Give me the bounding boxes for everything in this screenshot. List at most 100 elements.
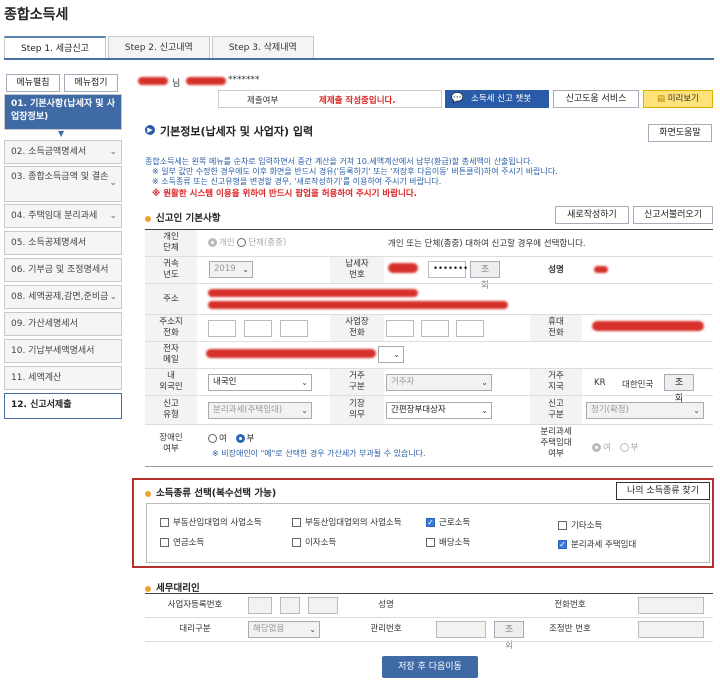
email-domain-select[interactable]: ⌄ <box>378 346 404 363</box>
income-option[interactable]: ✓ 근로소득 <box>426 516 470 528</box>
income-option[interactable]: ✓ 분리과세 주택임대 <box>558 538 636 550</box>
report-class-select[interactable]: 정기(확정) ⌄ <box>586 402 704 419</box>
tab-step2[interactable]: Step 2. 신고내역 <box>107 36 210 59</box>
residence-select[interactable]: 거주자 ⌄ <box>386 374 492 391</box>
biz-phone-1[interactable] <box>386 320 414 337</box>
tab-step1[interactable]: Step 1. 세금신고 <box>4 36 106 59</box>
income-option[interactable]: 부동산임대업외의 사업소득 <box>292 516 402 528</box>
checkbox-icon[interactable] <box>292 538 301 547</box>
sidebar-item-submit[interactable]: 12. 신고서제출 <box>4 393 122 419</box>
document-icon: ▤ <box>656 94 666 104</box>
income-type-grid <box>146 503 710 563</box>
sidebar-item-tax-credit[interactable]: 08. 세액공제,감면,준비금 ⌄ <box>4 285 122 309</box>
chevron-down-icon: ⌄ <box>109 292 117 302</box>
sidebar-item-donations[interactable]: 06. 기부금 및 조정명세서 <box>4 258 122 282</box>
income-option[interactable]: 배당소득 <box>426 536 470 548</box>
divider <box>145 641 713 642</box>
income-option[interactable]: 이자소득 <box>292 536 336 548</box>
divider <box>145 368 713 369</box>
divider <box>145 256 713 257</box>
sidebar-item-total-income[interactable]: 03. 종합소득금액 및 결손 ⌄ <box>4 166 122 202</box>
income-option-label: 부동산임대업외의 사업소득 <box>305 518 402 528</box>
income-option[interactable]: 기타소득 <box>558 519 602 531</box>
adjust-no-field[interactable] <box>638 621 704 638</box>
country-code: KR <box>594 378 606 388</box>
taxpayer-no-field[interactable]: ••••••• <box>428 261 468 278</box>
checkbox-icon[interactable] <box>160 518 169 527</box>
sidebar-item-deductions[interactable]: 05. 소득공제명세서 <box>4 231 122 255</box>
addr-phone-1[interactable] <box>208 320 236 337</box>
country-lookup-button[interactable]: 조회 <box>664 374 694 404</box>
biz-phone-2[interactable] <box>421 320 449 337</box>
redacted-taxpayer-no <box>388 263 418 273</box>
agent-type-select[interactable]: 해당없음 ⌄ <box>248 621 320 638</box>
arrow-right-icon: ▶ <box>145 125 155 135</box>
taxpayer-lookup-button[interactable]: 조회 <box>470 261 500 291</box>
redacted-mobile <box>592 321 704 331</box>
sidebar-item-rental-separate[interactable]: 04. 주택임대 분리과세 ⌄ <box>4 204 122 228</box>
radio-group[interactable] <box>237 238 247 247</box>
income-option[interactable]: 부동산임대업의 사업소득 <box>160 516 262 528</box>
masked-id: ******* <box>228 75 260 85</box>
nationality-label: 내 외국인 <box>145 369 197 395</box>
radio-disabled-yes[interactable] <box>208 434 217 443</box>
radio-disabled-no[interactable] <box>235 434 245 443</box>
sidebar-item-tax-calc[interactable]: 11. 세액계산 <box>4 366 122 390</box>
radio-rental-no[interactable] <box>619 443 629 452</box>
agent-phone-label: 전화번호 <box>530 594 610 616</box>
income-option-label: 근로소득 <box>439 518 471 528</box>
checkbox-icon[interactable] <box>426 538 435 547</box>
sidebar-item-income-amount[interactable]: 02. 소득금액명세서 ⌄ <box>4 140 122 164</box>
chevron-down-icon: ⌄ <box>301 406 308 415</box>
radio-individual[interactable] <box>208 238 217 247</box>
tab-step3[interactable]: Step 3. 삭제내역 <box>211 36 314 59</box>
help-service-button[interactable]: 신고도움 서비스 <box>553 90 639 108</box>
checkbox-icon[interactable]: ✓ <box>426 518 435 527</box>
individual-label: 개인 단체 <box>145 230 197 256</box>
find-income-type-button[interactable]: 나의 소득종류 찾기 <box>616 482 710 500</box>
basic-info-title: 신고인 기본사항 <box>145 210 221 224</box>
separate-rental-radio: 여 부 <box>592 441 638 453</box>
radio-rental-yes[interactable] <box>592 443 601 452</box>
checkbox-icon[interactable] <box>558 521 567 530</box>
chevron-down-icon: ⌄ <box>309 625 316 634</box>
agent-bizno-1[interactable] <box>248 597 272 614</box>
ledger-select[interactable]: 간편장부대상자 ⌄ <box>386 402 492 419</box>
addr-phone-2[interactable] <box>244 320 272 337</box>
chevron-down-icon: ⌄ <box>693 406 700 415</box>
menu-expand-button[interactable]: 메뉴펼침 <box>6 74 60 92</box>
sidebar-item-basic-info[interactable]: 01. 기본사항(납세자 및 사업장정보) <box>4 94 122 130</box>
income-option-label: 부동산임대업의 사업소득 <box>173 518 262 528</box>
save-next-button[interactable]: 저장 후 다음이동 <box>382 656 478 678</box>
sidebar-item-penalty[interactable]: 09. 가산세명세서 <box>4 312 122 336</box>
agent-bizno-3[interactable] <box>308 597 338 614</box>
income-option[interactable]: 연금소득 <box>160 536 204 548</box>
disabled-note: ※ 비장애인이 "예"로 선택한 경우 가산세가 부과될 수 있습니다. <box>212 449 426 458</box>
chat-icon: 💬 <box>451 93 464 104</box>
ledger-label: 기장 의무 <box>330 396 384 424</box>
agent-mgmt-field[interactable] <box>436 621 486 638</box>
addr-phone-3[interactable] <box>280 320 308 337</box>
separate-rental-label: 분리과세 주택임대 여부 <box>530 425 582 465</box>
checkbox-icon[interactable]: ✓ <box>558 540 567 549</box>
agent-bizno-2[interactable] <box>280 597 300 614</box>
redacted-name-value <box>594 266 608 273</box>
load-report-button[interactable]: 신고서불러오기 <box>633 206 713 224</box>
checkbox-icon[interactable] <box>292 518 301 527</box>
chatbot-button[interactable]: 💬 소득세 신고 챗봇 <box>445 90 549 108</box>
agent-mgmt-label: 관리번호 <box>346 618 426 640</box>
new-write-button[interactable]: 새로작성하기 <box>555 206 629 224</box>
year-select[interactable]: 2019 ⌄ <box>209 261 253 278</box>
nationality-select[interactable]: 내국인 ⌄ <box>208 374 312 391</box>
report-type-select[interactable]: 분리과세(주택임대) ⌄ <box>208 402 312 419</box>
agent-phone-field[interactable] <box>638 597 704 614</box>
screen-help-button[interactable]: 화면도움말 <box>648 124 712 142</box>
menu-collapse-button[interactable]: 메뉴접기 <box>64 74 118 92</box>
sidebar-item-prepaid[interactable]: 10. 기납부세액명세서 <box>4 339 122 363</box>
checkbox-icon[interactable] <box>160 538 169 547</box>
income-option-label: 배당소득 <box>439 538 471 548</box>
agent-lookup-button[interactable]: 조회 <box>494 621 524 651</box>
biz-phone-3[interactable] <box>456 320 484 337</box>
preview-button[interactable]: ▤ 미리보기 <box>643 90 713 108</box>
adjust-no-label: 조정반 번호 <box>530 618 610 640</box>
